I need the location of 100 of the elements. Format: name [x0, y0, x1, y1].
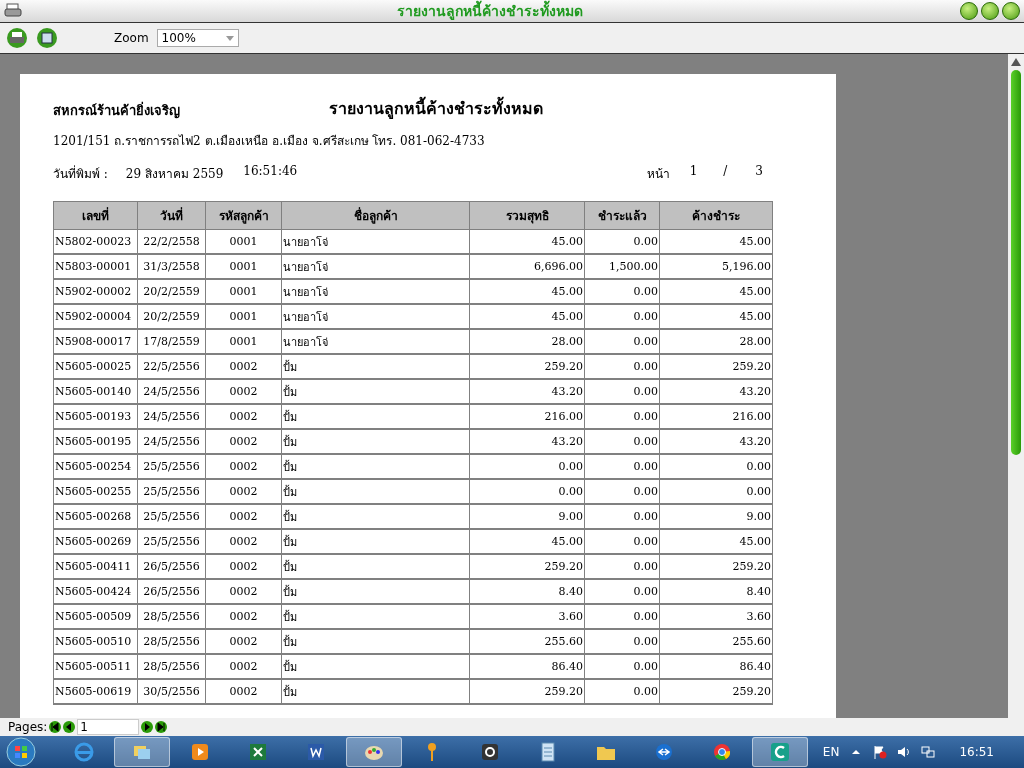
table-cell: 0.00 — [584, 529, 660, 554]
table-cell: 8.40 — [659, 579, 773, 604]
table-cell: 25/5/2556 — [137, 504, 206, 529]
vertical-scrollbar[interactable] — [1008, 54, 1024, 718]
table-cell: N5605-00511 — [53, 654, 138, 679]
table-cell: 0.00 — [584, 629, 660, 654]
table-cell: 0.00 — [584, 479, 660, 504]
table-cell: 30/5/2556 — [137, 679, 206, 704]
table-cell: ปั้ม — [281, 604, 470, 629]
table-cell: 45.00 — [659, 279, 773, 304]
table-cell: 9.00 — [469, 504, 585, 529]
page-number: 1 — [689, 164, 698, 180]
table-cell: 22/2/2558 — [137, 229, 206, 254]
table-cell: 259.20 — [469, 354, 585, 379]
column-header: ชำระแล้ว — [584, 201, 660, 230]
table-cell: 43.20 — [659, 429, 773, 454]
print-button[interactable] — [6, 27, 28, 49]
page-input[interactable]: 1 — [77, 719, 140, 735]
page-separator: / — [723, 164, 728, 180]
table-cell: 0.00 — [584, 379, 660, 404]
table-cell: 24/5/2556 — [137, 404, 206, 429]
table-cell: ปั้ม — [281, 504, 470, 529]
table-cell: 255.60 — [659, 629, 773, 654]
table-cell: N5908-00017 — [53, 329, 138, 354]
table-cell: ปั้ม — [281, 679, 470, 704]
table-cell: 0.00 — [584, 579, 660, 604]
table-cell: N5605-00025 — [53, 354, 138, 379]
table-cell: 0.00 — [584, 654, 660, 679]
table-cell: N5605-00510 — [53, 629, 138, 654]
table-cell: 24/5/2556 — [137, 379, 206, 404]
table-cell: N5605-00411 — [53, 554, 138, 579]
table-cell: 3.60 — [659, 604, 773, 629]
next-page-button[interactable] — [141, 721, 154, 733]
table-cell: 28/5/2556 — [137, 604, 206, 629]
table-cell: N5605-00424 — [53, 579, 138, 604]
table-cell: N5605-00509 — [53, 604, 138, 629]
browser-icon — [72, 740, 96, 764]
previous-page-button[interactable] — [63, 721, 76, 733]
table-cell: N5605-00140 — [53, 379, 138, 404]
table-cell: N5605-00255 — [53, 479, 138, 504]
maximize-button[interactable] — [981, 2, 999, 20]
language-indicator[interactable]: EN — [822, 745, 840, 759]
table-cell: 24/5/2556 — [137, 429, 206, 454]
table-cell: 0002 — [205, 529, 282, 554]
table-cell: 0.00 — [584, 454, 660, 479]
speaker-icon[interactable] — [897, 745, 912, 759]
start-button[interactable] — [4, 737, 38, 767]
table-cell: 0001 — [205, 254, 282, 279]
table-cell: 0.00 — [584, 504, 660, 529]
table-cell: 0.00 — [584, 679, 660, 704]
table-cell: 0.00 — [584, 429, 660, 454]
table-cell: 259.20 — [469, 679, 585, 704]
clock[interactable]: 16:51 — [959, 745, 994, 759]
close-button[interactable] — [1002, 2, 1020, 20]
table-cell: 0.00 — [469, 479, 585, 504]
table-cell: ปั้ม — [281, 379, 470, 404]
table-cell: N5605-00195 — [53, 429, 138, 454]
last-page-button[interactable] — [155, 721, 168, 733]
table-cell: ปั้ม — [281, 579, 470, 604]
table-cell: 26/5/2556 — [137, 579, 206, 604]
report-title: รายงานลูกหนี้ค้างชำระทั้งหมด — [329, 96, 543, 121]
column-header: ค้างชำระ — [659, 201, 773, 230]
table-cell: ปั้ม — [281, 454, 470, 479]
table-cell: 259.20 — [469, 554, 585, 579]
minimize-button[interactable] — [960, 2, 978, 20]
table-cell: 28.00 — [469, 329, 585, 354]
printer-icon — [4, 3, 22, 19]
table-cell: 0002 — [205, 429, 282, 454]
zoom-dropdown[interactable]: 100% — [156, 29, 239, 47]
table-cell: 43.20 — [469, 379, 585, 404]
caret-icon — [225, 35, 234, 41]
first-page-button[interactable] — [49, 721, 62, 733]
print-date-label: วันที่พิมพ์ : — [53, 164, 108, 183]
flag-icon[interactable] — [873, 745, 888, 759]
table-cell: N5605-00193 — [53, 404, 138, 429]
zoom-label: Zoom — [114, 31, 149, 45]
table-cell: 0.00 — [659, 454, 773, 479]
table-cell: 0.00 — [584, 404, 660, 429]
table-cell: ปั้ม — [281, 629, 470, 654]
table-cell: 3.60 — [469, 604, 585, 629]
table-cell: 0.00 — [584, 554, 660, 579]
table-cell: 20/2/2559 — [137, 304, 206, 329]
table-cell: 22/5/2556 — [137, 354, 206, 379]
table-cell: 0002 — [205, 554, 282, 579]
page-label: หน้า — [646, 166, 670, 183]
table-cell: 8.40 — [469, 579, 585, 604]
table-cell: 28.00 — [659, 329, 773, 354]
export-button[interactable] — [36, 27, 58, 49]
table-cell: นายอาโจ่ — [281, 254, 470, 279]
table-cell: 43.20 — [469, 429, 585, 454]
network-icon[interactable] — [921, 745, 936, 759]
up-arrow-icon[interactable] — [1011, 58, 1021, 66]
table-cell: 5,196.00 — [659, 254, 773, 279]
table-cell: 25/5/2556 — [137, 529, 206, 554]
table-cell: 0.00 — [584, 279, 660, 304]
table-cell: 0002 — [205, 654, 282, 679]
table-cell: 0.00 — [659, 479, 773, 504]
column-header: รวมสุทธิ — [469, 201, 585, 230]
table-cell: 0002 — [205, 479, 282, 504]
table-cell: 0002 — [205, 354, 282, 379]
